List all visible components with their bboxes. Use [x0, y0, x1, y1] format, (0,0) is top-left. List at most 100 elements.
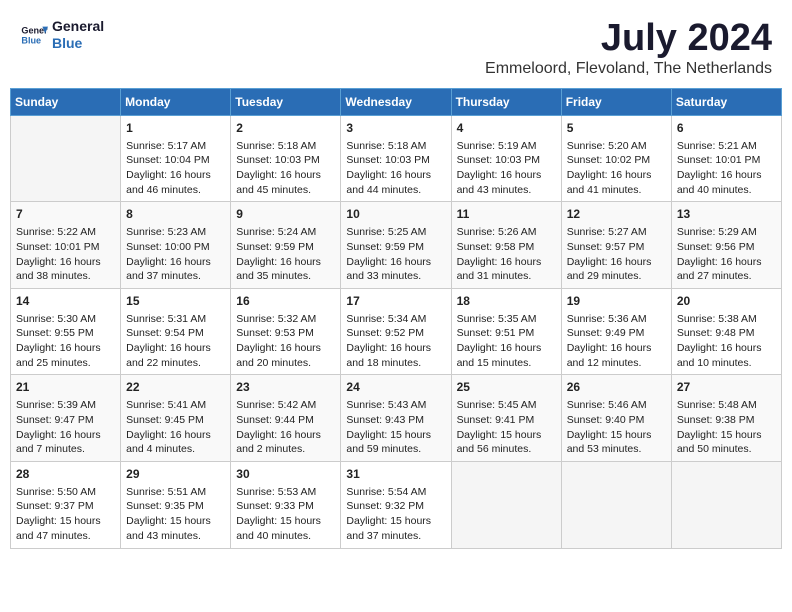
calendar-cell	[671, 461, 781, 548]
day-number: 9	[236, 206, 335, 223]
day-number: 28	[16, 466, 115, 483]
weekday-header-saturday: Saturday	[671, 88, 781, 115]
day-content-line: Sunrise: 5:21 AM	[677, 139, 776, 154]
calendar-cell: 26Sunrise: 5:46 AMSunset: 9:40 PMDayligh…	[561, 375, 671, 462]
day-content-line: and 2 minutes.	[236, 442, 335, 457]
day-number: 26	[567, 379, 666, 396]
day-content-line: Sunrise: 5:42 AM	[236, 398, 335, 413]
day-content-line: and 27 minutes.	[677, 269, 776, 284]
day-content-line: Sunrise: 5:51 AM	[126, 485, 225, 500]
weekday-header-monday: Monday	[121, 88, 231, 115]
day-content-line: and 37 minutes.	[346, 529, 445, 544]
day-content-line: Sunrise: 5:50 AM	[16, 485, 115, 500]
day-content-line: Daylight: 16 hours	[126, 255, 225, 270]
day-number: 20	[677, 293, 776, 310]
day-content-line: Daylight: 16 hours	[677, 341, 776, 356]
calendar-cell: 24 Sunrise: 5:43 AMSunset: 9:43 PMDayligh…	[341, 375, 451, 462]
calendar-table: SundayMondayTuesdayWednesdayThursdayFrid…	[10, 88, 782, 549]
day-content-line: and 38 minutes.	[16, 269, 115, 284]
calendar-cell: 21Sunrise: 5:39 AMSunset: 9:47 PMDayligh…	[11, 375, 121, 462]
week-row-2: 7Sunrise: 5:22 AMSunset: 10:01 PMDayligh…	[11, 202, 782, 289]
calendar-cell	[11, 115, 121, 202]
logo: General Blue General Blue	[20, 18, 104, 52]
day-content-line: Sunset: 10:04 PM	[126, 153, 225, 168]
day-number: 13	[677, 206, 776, 223]
day-content-line: Daylight: 16 hours	[126, 168, 225, 183]
day-number: 6	[677, 120, 776, 137]
day-number: 7	[16, 206, 115, 223]
day-number: 10	[346, 206, 445, 223]
calendar-cell: 15Sunrise: 5:31 AMSunset: 9:54 PMDayligh…	[121, 288, 231, 375]
week-row-4: 21Sunrise: 5:39 AMSunset: 9:47 PMDayligh…	[11, 375, 782, 462]
day-content-line: Daylight: 16 hours	[236, 255, 335, 270]
day-number: 15	[126, 293, 225, 310]
calendar-cell: 6 Sunrise: 5:21 AMSunset: 10:01 PMDayligh…	[671, 115, 781, 202]
day-content-line: Sunset: 9:44 PM	[236, 413, 335, 428]
weekday-header-row: SundayMondayTuesdayWednesdayThursdayFrid…	[11, 88, 782, 115]
calendar-cell: 28Sunrise: 5:50 AMSunset: 9:37 PMDayligh…	[11, 461, 121, 548]
calendar-cell: 11Sunrise: 5:26 AMSunset: 9:58 PMDayligh…	[451, 202, 561, 289]
calendar-cell: 1Sunrise: 5:17 AMSunset: 10:04 PMDayligh…	[121, 115, 231, 202]
day-content-line: Daylight: 16 hours	[16, 428, 115, 443]
day-content-line: and 43 minutes.	[457, 183, 556, 198]
day-content-line: Daylight: 16 hours	[677, 168, 776, 183]
day-content-line: Sunrise: 5:45 AM	[457, 398, 556, 413]
day-content-line: and 12 minutes.	[567, 356, 666, 371]
day-content-line: and 41 minutes.	[567, 183, 666, 198]
day-content-line: and 15 minutes.	[457, 356, 556, 371]
month-title: July 2024	[485, 18, 772, 60]
day-content-line: and 18 minutes.	[346, 356, 445, 371]
day-content-line: Sunset: 9:45 PM	[126, 413, 225, 428]
day-content-line: and 40 minutes.	[236, 529, 335, 544]
day-number: 22	[126, 379, 225, 396]
day-content-line: Daylight: 16 hours	[567, 341, 666, 356]
day-content-line: Sunrise: 5:17 AM	[126, 139, 225, 154]
day-number: 24	[346, 379, 445, 396]
day-content-line: Sunset: 9:38 PM	[677, 413, 776, 428]
weekday-header-wednesday: Wednesday	[341, 88, 451, 115]
calendar-cell: 3Sunrise: 5:18 AMSunset: 10:03 PMDayligh…	[341, 115, 451, 202]
day-content-line: Sunrise: 5:36 AM	[567, 312, 666, 327]
day-number: 14	[16, 293, 115, 310]
day-content-line: Sunset: 9:58 PM	[457, 240, 556, 255]
day-content-line: and 4 minutes.	[126, 442, 225, 457]
day-content-line: Sunrise: 5:54 AM	[346, 485, 445, 500]
day-content-line: Sunset: 10:03 PM	[236, 153, 335, 168]
calendar-cell: 16Sunrise: 5:32 AMSunset: 9:53 PMDayligh…	[231, 288, 341, 375]
day-content-line: Daylight: 16 hours	[16, 341, 115, 356]
day-content-line: Daylight: 16 hours	[126, 341, 225, 356]
day-content-line: Sunset: 9:55 PM	[16, 326, 115, 341]
day-number: 30	[236, 466, 335, 483]
day-content-line: Sunrise: 5:25 AM	[346, 225, 445, 240]
title-area: July 2024 Emmeloord, Flevoland, The Neth…	[485, 18, 772, 78]
svg-text:Blue: Blue	[21, 35, 41, 45]
calendar-cell: 13Sunrise: 5:29 AMSunset: 9:56 PMDayligh…	[671, 202, 781, 289]
day-number: 3	[346, 120, 445, 137]
day-number: 17	[346, 293, 445, 310]
calendar-header: SundayMondayTuesdayWednesdayThursdayFrid…	[11, 88, 782, 115]
calendar-cell	[451, 461, 561, 548]
day-content-line: and 40 minutes.	[677, 183, 776, 198]
day-content-line: Sunset: 9:43 PM	[346, 413, 445, 428]
day-content-line: Sunset: 10:02 PM	[567, 153, 666, 168]
day-content-line: and 50 minutes.	[677, 442, 776, 457]
day-content-line: Sunset: 9:49 PM	[567, 326, 666, 341]
day-content-line: Sunset: 10:01 PM	[677, 153, 776, 168]
day-content-line: Sunrise: 5:32 AM	[236, 312, 335, 327]
calendar-body: 1Sunrise: 5:17 AMSunset: 10:04 PMDayligh…	[11, 115, 782, 548]
day-content-line: Daylight: 16 hours	[567, 168, 666, 183]
day-content-line: Sunrise: 5:20 AM	[567, 139, 666, 154]
day-content-line: Sunset: 9:59 PM	[346, 240, 445, 255]
day-content-line: and 35 minutes.	[236, 269, 335, 284]
calendar-cell: 10Sunrise: 5:25 AMSunset: 9:59 PMDayligh…	[341, 202, 451, 289]
day-content-line: Sunset: 9:41 PM	[457, 413, 556, 428]
day-number: 4	[457, 120, 556, 137]
day-number: 12	[567, 206, 666, 223]
logo-line2: Blue	[52, 35, 104, 52]
day-content-line: Sunrise: 5:43 AM	[346, 398, 445, 413]
day-content-line: Sunset: 9:37 PM	[16, 499, 115, 514]
day-content-line: Daylight: 16 hours	[346, 168, 445, 183]
day-content-line: Daylight: 15 hours	[346, 428, 445, 443]
weekday-header-friday: Friday	[561, 88, 671, 115]
location-title: Emmeloord, Flevoland, The Netherlands	[485, 60, 772, 78]
